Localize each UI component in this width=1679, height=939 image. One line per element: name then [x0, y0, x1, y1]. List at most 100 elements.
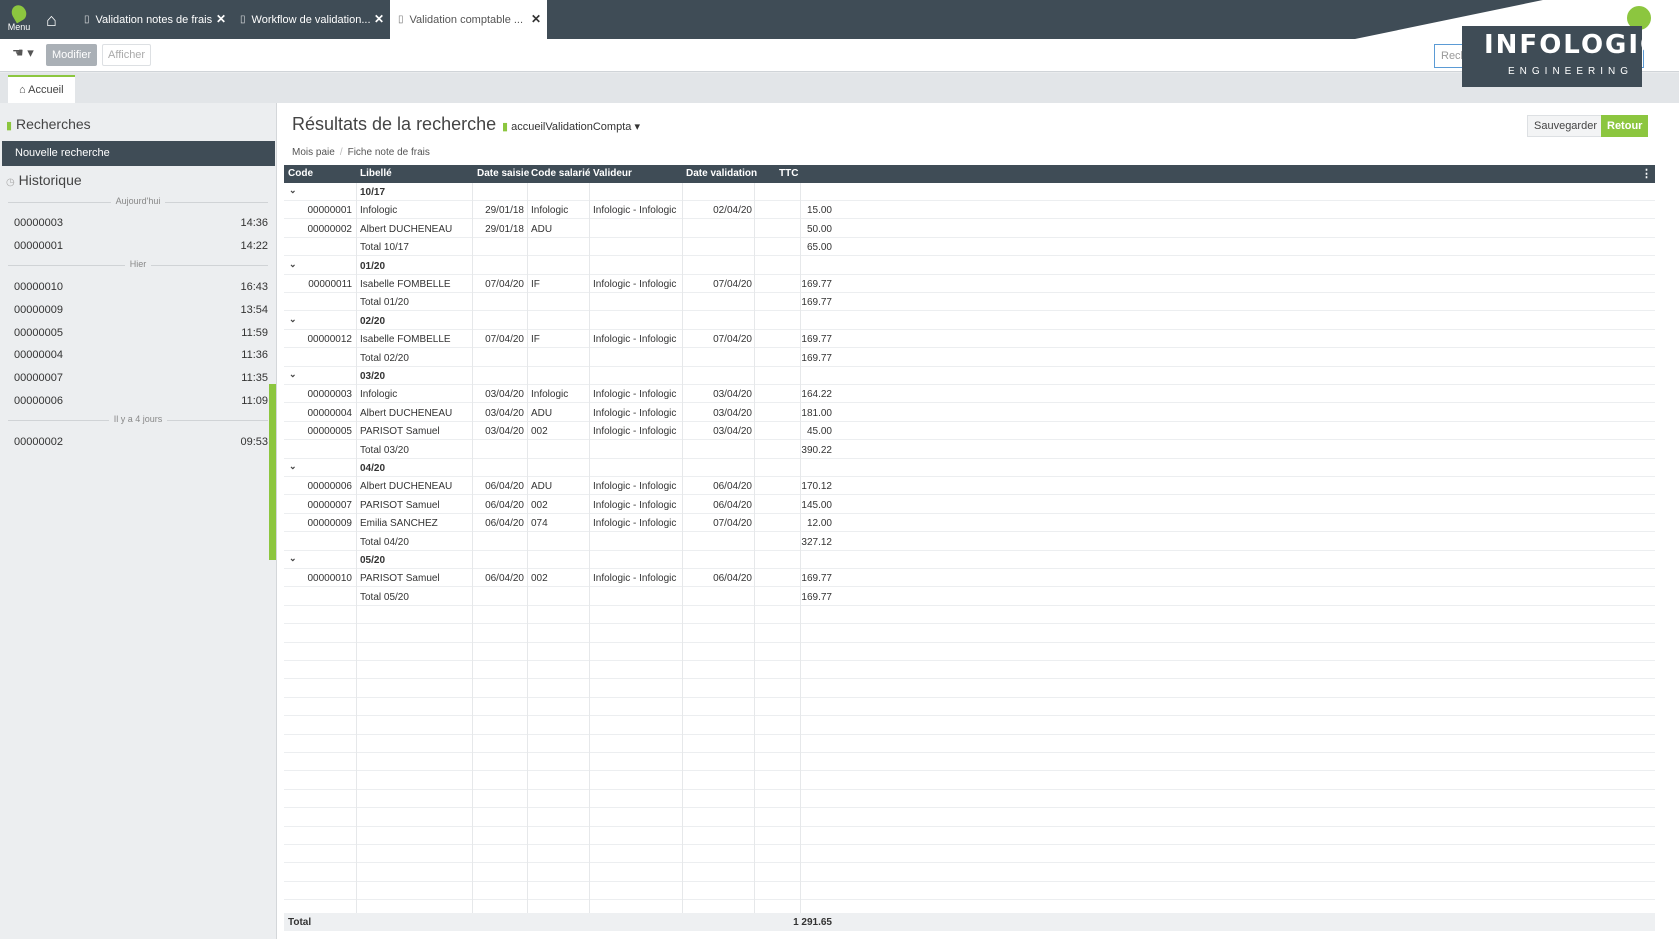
column-header-ttc[interactable]: TTC — [779, 168, 798, 179]
total-row[interactable]: Total 03/20 390.22 — [284, 441, 1655, 459]
history-code: 00000004 — [14, 349, 63, 361]
cell-ttc: 164.22 — [801, 389, 832, 401]
column-header-libelle[interactable]: Libellé — [360, 168, 392, 179]
total-row[interactable]: Total 05/20 169.77 — [284, 588, 1655, 606]
sauvegarder-button[interactable]: Sauvegarder — [1527, 115, 1604, 137]
tab-accueil[interactable]: ⌂ Accueil — [8, 75, 75, 103]
record-icon[interactable]: ◉ — [1489, 11, 1499, 25]
close-icon[interactable]: ✕ — [531, 12, 541, 26]
retour-button[interactable]: Retour — [1601, 115, 1649, 137]
table-row[interactable]: 00000006 Albert DUCHENEAU 06/04/20 ADU Infol… — [284, 477, 1655, 496]
cell-valideur: Infologic - Infologic — [593, 499, 677, 511]
column-header-date-saisie[interactable]: Date saisie — [477, 168, 529, 179]
table-row[interactable]: 00000004 Albert DUCHENEAU 03/04/20 ADU Infol… — [284, 404, 1655, 422]
modifier-button[interactable]: Modifier — [46, 44, 98, 66]
total-row[interactable]: Total 04/20 327.12 — [284, 533, 1655, 551]
history-item[interactable]: 00000007 11:35 — [14, 372, 268, 388]
home-icon[interactable]: ⌂ — [46, 10, 66, 30]
document-icon: ▯ — [398, 14, 404, 25]
group-label: 01/20 — [360, 260, 386, 272]
cell-ttc: 169.77 — [801, 334, 832, 346]
group-row[interactable]: ⌄ 04/20 — [284, 459, 1655, 477]
empty-row — [284, 753, 1655, 772]
table-row[interactable]: 00000005 PARISOT Samuel 03/04/20 002 Infolog… — [284, 422, 1655, 441]
more-options-icon[interactable]: ⋮ — [1641, 167, 1652, 180]
total-row[interactable]: Total 01/20 169.77 — [284, 293, 1655, 312]
close-icon[interactable]: ✕ — [216, 12, 226, 26]
breadcrumb-item[interactable]: Fiche note de frais — [348, 147, 430, 158]
footer-total-ttc: 1 291.65 — [793, 917, 832, 928]
tab-workflow[interactable]: ▯ Workflow de validation... ✕ — [232, 0, 390, 39]
cell-date-validation: 06/04/20 — [713, 499, 752, 511]
menu-button[interactable]: Menu — [0, 0, 38, 39]
group-label: 05/20 — [360, 555, 386, 566]
cell-ttc: 145.00 — [801, 499, 832, 511]
user-name[interactable]: jmp(infologic) — [1549, 8, 1622, 20]
group-row[interactable]: ⌄ 10/17 — [284, 183, 1655, 201]
group-row[interactable]: ⌄ 05/20 — [284, 551, 1655, 569]
nouvelle-recherche-button[interactable]: Nouvelle recherche — [2, 141, 275, 166]
history-item[interactable]: 00000006 11:09 — [14, 395, 268, 411]
total-row[interactable]: Total 10/17 65.00 — [284, 238, 1655, 257]
chevron-down-icon[interactable]: ⌄ — [289, 461, 297, 472]
history-item[interactable]: 00000004 11:36 — [14, 349, 268, 365]
history-code: 00000003 — [14, 217, 63, 229]
group-row[interactable]: ⌄ 03/20 — [284, 367, 1655, 385]
chevron-down-icon[interactable]: ⌄ — [289, 314, 297, 325]
cell-ttc: 45.00 — [806, 426, 832, 438]
close-icon[interactable]: ✕ — [374, 12, 384, 26]
total-ttc: 169.77 — [801, 591, 832, 603]
view-selector[interactable]: ▮ accueilValidationCompta ▾ — [502, 120, 640, 133]
grid-header: Code Libellé Date saisie Code salarié Va… — [284, 165, 1655, 183]
column-header-date-validation[interactable]: Date validation — [686, 168, 757, 179]
group-label: 04/20 — [360, 463, 386, 474]
afficher-button[interactable]: Afficher — [102, 44, 152, 66]
results-grid: Code Libellé Date saisie Code salarié Va… — [284, 165, 1655, 931]
cell-date-validation: 07/04/20 — [713, 334, 752, 346]
cell-code: 00000003 — [307, 389, 353, 401]
group-label: 03/20 — [360, 371, 386, 382]
column-header-code-salarie[interactable]: Code salarié — [531, 168, 590, 179]
table-row[interactable]: 00000001 Infologic 29/01/18 Infologic Infolo… — [284, 201, 1655, 220]
hand-icon[interactable]: ☚ ▾ — [12, 45, 40, 66]
history-item[interactable]: 00000010 16:43 — [14, 281, 268, 297]
column-header-code[interactable]: Code — [288, 168, 313, 179]
empty-row — [284, 680, 1655, 698]
group-row[interactable]: ⌄ 02/20 — [284, 312, 1655, 330]
cell-code: 00000010 — [307, 573, 353, 585]
chevron-down-icon[interactable]: ⌄ — [289, 553, 297, 564]
sidebar-collapse-handle[interactable] — [269, 384, 276, 560]
cell-libelle: Emilia SANCHEZ — [360, 518, 438, 530]
cell-ttc: 12.00 — [806, 518, 832, 530]
cell-code: 00000007 — [307, 499, 353, 511]
group-row[interactable]: ⌄ 01/20 — [284, 257, 1655, 275]
tab-validation-notes[interactable]: ▯ Validation notes de frais ✕ — [76, 0, 232, 39]
cell-code-salarie: ADU — [531, 223, 553, 235]
page-tab-row: ⌂ Accueil — [0, 73, 1679, 103]
total-row[interactable]: Total 02/20 169.77 — [284, 349, 1655, 367]
history-item[interactable]: 00000002 09:53 — [14, 436, 268, 452]
chevron-down-icon[interactable]: ⌄ — [289, 369, 297, 380]
column-header-valideur[interactable]: Valideur — [593, 168, 632, 179]
table-row[interactable]: 00000002 Albert DUCHENEAU 29/01/18 ADU 50.00 — [284, 220, 1655, 238]
table-row[interactable]: 00000003 Infologic 03/04/20 Infologic Infolo… — [284, 385, 1655, 404]
table-row[interactable]: 00000011 Isabelle FOMBELLE 07/04/20 IF Infol… — [284, 275, 1655, 293]
cell-date-validation: 06/04/20 — [713, 481, 752, 493]
history-item[interactable]: 00000005 11:59 — [14, 327, 268, 343]
tab-validation-comptable[interactable]: ▯ Validation comptable ... ✕ — [390, 0, 547, 39]
table-row[interactable]: 00000012 Isabelle FOMBELLE 07/04/20 IF Infol… — [284, 330, 1655, 349]
table-row[interactable]: 00000010 PARISOT Samuel 06/04/20 002 Infolog… — [284, 569, 1655, 588]
history-item[interactable]: 00000009 13:54 — [14, 304, 268, 320]
cell-date-saisie: 07/04/20 — [485, 334, 524, 346]
breadcrumb-item[interactable]: Mois paie — [292, 147, 335, 158]
chevron-down-icon[interactable]: ⌄ — [289, 185, 297, 196]
table-row[interactable]: 00000007 PARISOT Samuel 06/04/20 002 Infolog… — [284, 496, 1655, 514]
cell-valideur: Infologic - Infologic — [593, 407, 677, 419]
table-row[interactable]: 00000009 Emilia SANCHEZ 06/04/20 074 Infolog… — [284, 514, 1655, 533]
keyboard-icon[interactable]: ⌨ — [1520, 11, 1537, 25]
history-item[interactable]: 00000003 14:36 — [14, 217, 268, 233]
history-code: 00000010 — [14, 281, 63, 293]
history-item[interactable]: 00000001 14:22 — [14, 240, 268, 256]
chevron-down-icon[interactable]: ⌄ — [289, 259, 297, 270]
column-divider — [527, 183, 528, 913]
